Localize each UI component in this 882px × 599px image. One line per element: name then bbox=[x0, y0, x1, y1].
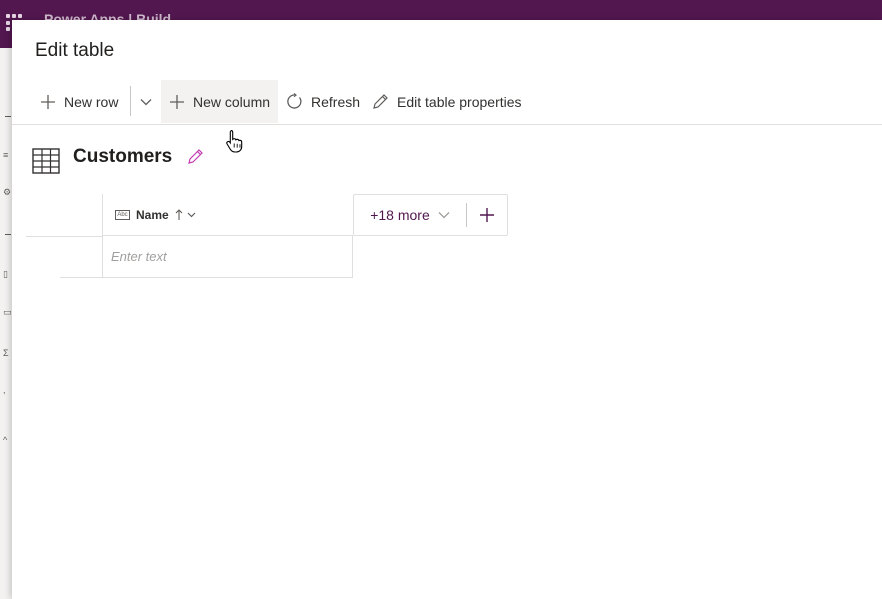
rail-icon[interactable]: ≡ bbox=[3, 151, 8, 160]
text-type-icon: Abc bbox=[115, 209, 130, 220]
new-row-label: New row bbox=[64, 93, 119, 110]
sort-ascending-icon bbox=[175, 208, 183, 220]
left-nav-rail: ≡ ⚙ ▯ ▭ Σ , ^ bbox=[0, 48, 12, 599]
plus-icon bbox=[170, 94, 184, 109]
rail-icon[interactable]: ^ bbox=[3, 436, 7, 445]
name-cell-placeholder: Enter text bbox=[111, 249, 167, 264]
plus-icon bbox=[480, 208, 494, 222]
row-selector[interactable] bbox=[60, 236, 102, 278]
panel-title: Edit table bbox=[35, 40, 115, 61]
refresh-icon bbox=[287, 93, 302, 109]
rail-item-marker bbox=[5, 234, 11, 235]
new-column-button[interactable]: New column bbox=[161, 80, 278, 123]
edit-table-properties-label: Edit table properties bbox=[397, 93, 522, 110]
chevron-down-icon bbox=[438, 212, 450, 219]
table-icon bbox=[32, 148, 60, 179]
new-row-dropdown-button[interactable] bbox=[131, 80, 161, 123]
name-cell-input[interactable]: Enter text bbox=[102, 236, 353, 278]
edit-table-panel: Edit table New row New column Refresh Ed… bbox=[12, 20, 882, 599]
rail-icon[interactable]: ▭ bbox=[3, 308, 12, 317]
pencil-icon bbox=[373, 94, 388, 109]
refresh-label: Refresh bbox=[311, 93, 361, 110]
row-header-column bbox=[26, 194, 103, 237]
rail-item-marker bbox=[5, 116, 11, 117]
rail-icon[interactable]: ▯ bbox=[3, 270, 8, 279]
edit-table-properties-button[interactable]: Edit table properties bbox=[372, 80, 522, 123]
plus-icon bbox=[41, 94, 55, 109]
new-column-label: New column bbox=[193, 93, 271, 110]
chevron-down-icon[interactable] bbox=[187, 212, 196, 218]
new-row-button[interactable]: New row bbox=[34, 80, 124, 123]
rail-icon[interactable]: Σ bbox=[3, 349, 9, 358]
add-column-button[interactable] bbox=[467, 195, 507, 235]
column-header-name[interactable]: Abc Name bbox=[102, 194, 353, 236]
hand-cursor-icon bbox=[226, 129, 243, 158]
more-columns-group: +18 more bbox=[353, 194, 508, 236]
app-title: Power Apps | Build bbox=[44, 12, 172, 20]
rail-icon[interactable]: , bbox=[3, 386, 6, 395]
more-columns-label: +18 more bbox=[370, 207, 430, 223]
rail-icon[interactable]: ⚙ bbox=[3, 188, 11, 197]
table-name: Customers bbox=[73, 146, 173, 167]
command-bar: New row New column Refresh Edit table pr… bbox=[12, 80, 882, 125]
refresh-button[interactable]: Refresh bbox=[286, 80, 360, 123]
more-columns-button[interactable]: +18 more bbox=[354, 195, 466, 235]
edit-table-name-icon[interactable] bbox=[187, 148, 204, 170]
column-header-label: Name bbox=[136, 207, 169, 222]
chevron-down-icon bbox=[140, 98, 152, 105]
